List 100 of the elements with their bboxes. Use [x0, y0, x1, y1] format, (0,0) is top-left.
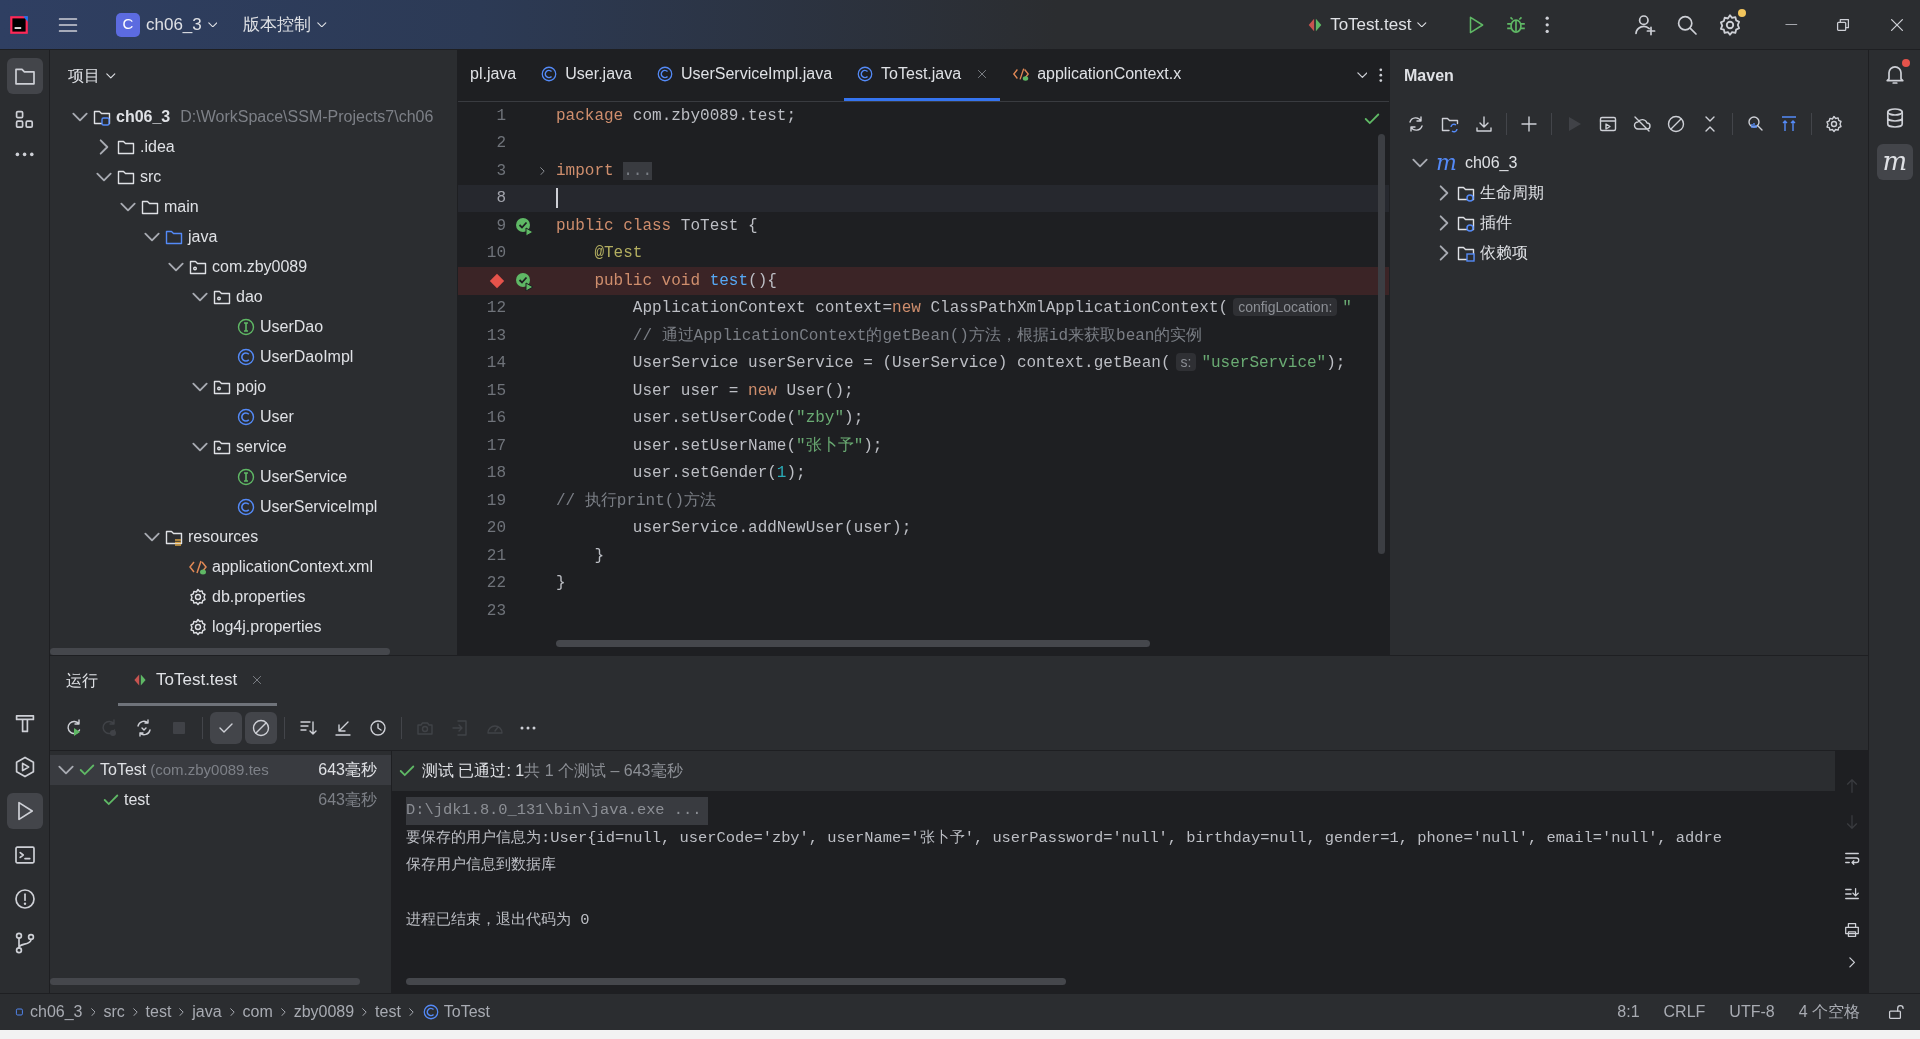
breadcrumb[interactable]: zby0089 [293, 1000, 355, 1024]
pass-run-icon[interactable] [514, 270, 534, 291]
no-sign-icon [251, 718, 271, 738]
tree-item[interactable]: com.zby0089 [68, 252, 457, 282]
line-number: 9 [495, 215, 506, 237]
test-duration: 643毫秒 [318, 790, 378, 810]
tree-item[interactable]: log4j.properties [68, 612, 457, 642]
run-tab[interactable]: ToTest.test [118, 656, 278, 706]
tree-item[interactable]: UserDao [68, 312, 457, 342]
tree-item[interactable]: UserDaoImpl [68, 342, 457, 372]
maven-button[interactable]: m [1876, 144, 1913, 180]
tree-item[interactable]: 插件 [1408, 208, 1868, 238]
play-button[interactable] [6, 793, 43, 829]
breadcrumb[interactable]: test [145, 1000, 172, 1024]
editor-tab[interactable]: pl.java [458, 50, 529, 101]
tree-item[interactable]: ch06_3 D:\WorkSpace\SSM-Projects7\ch06 [68, 102, 457, 132]
tree-item[interactable]: 依赖项 [1408, 238, 1868, 268]
tree-item[interactable]: pojo [68, 372, 457, 402]
console-command: D:\jdk1.8.0_131\bin\java.exe ... [406, 797, 708, 825]
gear-icon [188, 617, 208, 637]
chevron-right-icon [408, 1007, 414, 1017]
code-line: ApplicationContext context=new ClassPathXmlApplicationContext( configLocation: " [631, 297, 1352, 320]
tree-item[interactable]: User [68, 402, 457, 432]
line-number: 14 [485, 353, 506, 375]
window-icon [1598, 114, 1618, 134]
tree-item[interactable]: java [68, 222, 457, 252]
breadcrumb[interactable]: ToTest [421, 1000, 490, 1024]
text-cursor [556, 188, 558, 209]
check-button[interactable] [210, 712, 242, 744]
scrollbar[interactable] [1378, 134, 1385, 554]
tree-item[interactable]: resources [68, 522, 457, 552]
line-number: 2 [495, 133, 506, 155]
class-icon [236, 347, 256, 367]
breadcrumb[interactable]: java [192, 1000, 222, 1024]
tree-item[interactable]: src [68, 162, 457, 192]
add-user-icon [1633, 12, 1658, 37]
line-number: 23 [485, 600, 506, 622]
close-icon[interactable] [251, 673, 264, 686]
code-comment: // 通过ApplicationContext的getBean()方法，根据id来获取bean的实例 [631, 325, 1203, 347]
line-number: 12 [485, 298, 506, 320]
tree-item[interactable]: main [68, 192, 457, 222]
line-number: 10 [485, 243, 506, 265]
more-icon [1379, 68, 1383, 83]
pass-run-icon[interactable] [514, 215, 534, 236]
test-item[interactable]: test 643毫秒 [50, 785, 391, 815]
breadcrumb[interactable]: com [242, 1000, 273, 1024]
editor-tab[interactable]: applicationContext.x [1000, 50, 1194, 101]
folder-button[interactable] [6, 58, 43, 94]
tree-item[interactable]: UserServiceImpl [68, 492, 457, 522]
project-dropdown[interactable]: C ch06_3 [106, 5, 228, 44]
chevron-right-icon[interactable] [540, 166, 545, 175]
tree-item[interactable]: .idea [68, 132, 457, 162]
minimize-icon [1785, 23, 1798, 26]
toggle-rerun-icon [134, 718, 154, 738]
console-output: 进程已结束，退出代码为 0 [406, 910, 590, 932]
editor-tab[interactable]: ToTest.java [844, 50, 1001, 101]
code-line: UserService userService = (UserService) context.getBean( s: "userService"); [631, 352, 1346, 375]
tree-item[interactable]: UserService [68, 462, 457, 492]
chevron-right-icon [1848, 957, 1856, 968]
status-item[interactable]: 4 个空格 [1786, 1000, 1872, 1024]
no-sign-button[interactable] [245, 712, 277, 744]
code-line: package com.zby0089.test; [556, 105, 797, 127]
close-icon[interactable] [976, 68, 989, 80]
status-item[interactable]: 8:1 [1605, 1000, 1652, 1024]
test-item[interactable]: ToTest (com.zby0089.tes 643毫秒 [50, 755, 391, 785]
chevron-down-icon [317, 21, 327, 28]
scrollbar[interactable] [50, 648, 390, 655]
editor-tab[interactable]: User.java [528, 50, 644, 101]
tree-item[interactable]: 生命周期 [1408, 178, 1868, 208]
console-output: 要保存的用户信息为:User{id=null, userCode='zby', userName='张卜予', userPassword='null', birthday=null, gender=1, phone='null', email='null', addre [406, 827, 1722, 849]
class-icon [236, 497, 256, 517]
test-duration: 643毫秒 [318, 760, 378, 780]
test-result: 测试 已通过: 1 [422, 761, 525, 781]
chevron-right-icon [179, 1007, 185, 1017]
scrollbar[interactable] [406, 978, 1066, 985]
breadcrumb[interactable]: src [103, 1000, 125, 1024]
scrollbar[interactable] [556, 640, 1150, 647]
line-number: 20 [485, 518, 506, 540]
tree-item[interactable]: m ch06_3 [1408, 148, 1868, 178]
run-config-dropdown[interactable]: ToTest.test [1296, 5, 1437, 44]
editor-tab[interactable]: UserServiceImpl.java [643, 50, 845, 101]
project-badge: C [116, 12, 140, 37]
tree-item[interactable]: applicationContext.xml [68, 552, 457, 582]
interface-icon [236, 317, 256, 337]
tree-item[interactable]: service [68, 432, 457, 462]
cloud-off-icon [1632, 114, 1652, 134]
view-dropdown[interactable]: 项目 [64, 60, 120, 92]
breadcrumb[interactable]: ch06_3 [14, 1000, 83, 1024]
status-item[interactable]: CRLF [1651, 1000, 1718, 1024]
notification-dot [1738, 8, 1747, 17]
vcs-dropdown[interactable]: 版本控制 [233, 5, 337, 44]
tree-item[interactable]: db.properties [68, 582, 457, 612]
breakpoint-icon[interactable] [488, 271, 506, 290]
status-item[interactable]: UTF-8 [1717, 1000, 1787, 1024]
scrollbar[interactable] [50, 978, 360, 985]
tree-item[interactable]: dao [68, 282, 457, 312]
class-icon [856, 65, 875, 83]
breadcrumb[interactable]: test [375, 1000, 401, 1024]
sort-icon [298, 718, 318, 738]
more-icon [14, 152, 35, 157]
